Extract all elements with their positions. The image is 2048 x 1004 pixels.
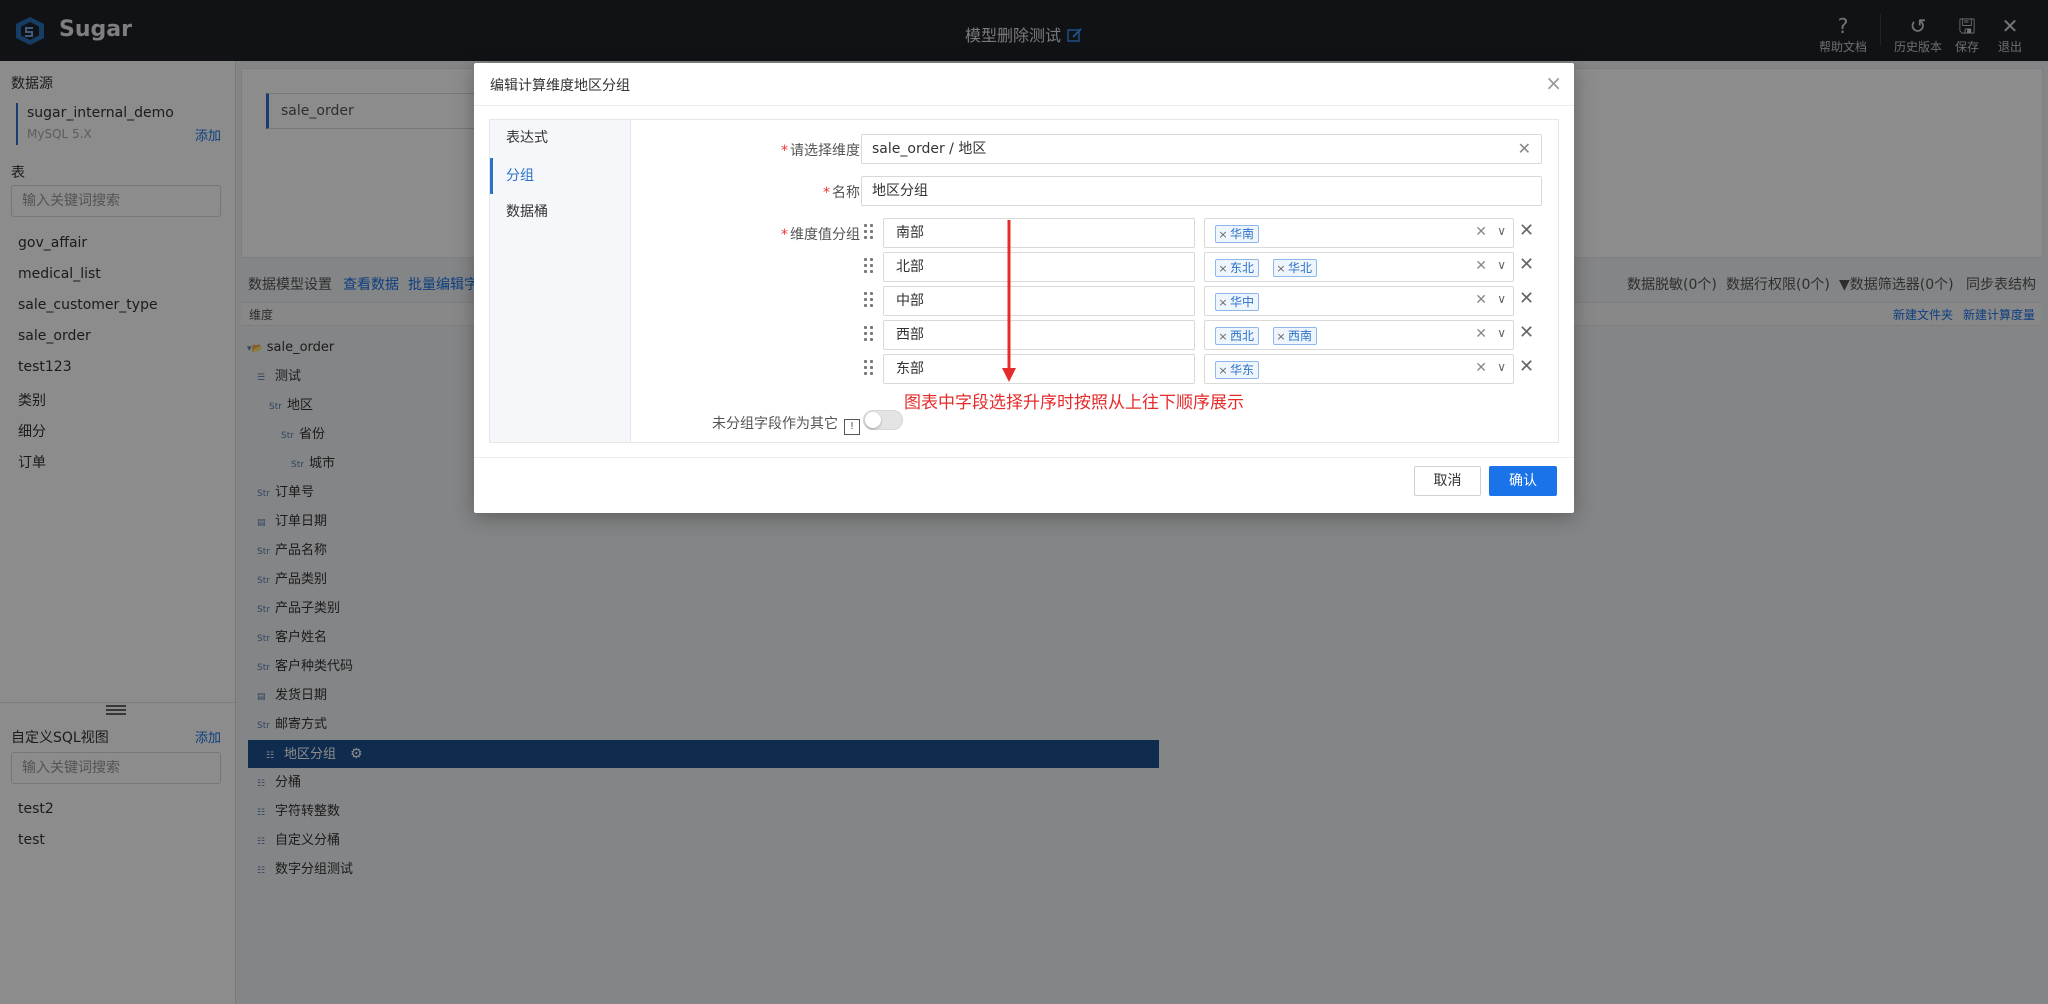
remove-tag-icon[interactable]: × <box>1216 227 1230 243</box>
value-tag: × 西北 <box>1215 327 1260 345</box>
group-form: * 请选择维度 sale_order / 地区 ✕ * 名称 地区分组 * 维度值分组… <box>630 120 1558 442</box>
delete-row-icon[interactable]: ✕ <box>1519 254 1534 275</box>
annotation-arrow-icon <box>1002 220 1016 382</box>
chevron-down-icon[interactable]: ∨ <box>1497 326 1506 340</box>
dimension-select-label: * 请选择维度 <box>781 143 860 159</box>
group-values-select[interactable]: × 华东 ✕ ∨ <box>1204 354 1514 384</box>
value-tag: × 华东 <box>1215 361 1260 379</box>
group-name-input[interactable]: 北部 <box>883 252 1195 282</box>
value-tag-label: 西南 <box>1288 329 1313 343</box>
dimension-select-label-text: 请选择维度 <box>790 143 860 159</box>
group-values-select[interactable]: × 东北 × 华北 ✕ ∨ <box>1204 252 1514 282</box>
clear-icon[interactable]: ✕ <box>1475 326 1487 342</box>
value-tag-label: 华中 <box>1230 295 1255 309</box>
cancel-button[interactable]: 取消 <box>1414 466 1481 496</box>
group-name-input[interactable]: 中部 <box>883 286 1195 316</box>
ungrouped-label-text: 未分组字段作为其它 <box>712 416 838 432</box>
value-tag: × 华中 <box>1215 293 1260 311</box>
close-icon[interactable]: × <box>1545 71 1562 95</box>
dimension-select-value: sale_order / 地区 <box>872 141 987 157</box>
group-name-input[interactable]: 南部 <box>883 218 1195 248</box>
value-tag-label: 华南 <box>1230 227 1255 241</box>
ungrouped-toggle[interactable] <box>863 410 903 430</box>
info-icon[interactable]: ! <box>844 419 860 435</box>
ungrouped-label: 未分组字段作为其它! <box>660 413 860 435</box>
clear-icon[interactable]: ✕ <box>1475 224 1487 240</box>
clear-icon[interactable]: ✕ <box>1475 292 1487 308</box>
drag-handle-icon[interactable] <box>864 292 876 310</box>
drag-handle-icon[interactable] <box>864 258 876 276</box>
chevron-down-icon[interactable]: ∨ <box>1497 258 1506 272</box>
value-tag: × 东北 <box>1215 259 1260 277</box>
clear-icon[interactable]: ✕ <box>1518 135 1531 163</box>
confirm-button[interactable]: 确认 <box>1489 466 1557 496</box>
clear-icon[interactable]: ✕ <box>1475 360 1487 376</box>
groups-label-text: 维度值分组 <box>790 227 860 243</box>
group-values-select[interactable]: × 西北 × 西南 ✕ ∨ <box>1204 320 1514 350</box>
dialog-sidenav: 表达式 分组 数据桶 <box>490 120 631 442</box>
chevron-down-icon[interactable]: ∨ <box>1497 224 1506 238</box>
chevron-down-icon[interactable]: ∨ <box>1497 292 1506 306</box>
dialog-footer: 取消 确认 <box>474 457 1574 514</box>
value-tag-label: 东北 <box>1230 261 1255 275</box>
name-label: * 名称 <box>823 185 860 201</box>
remove-tag-icon[interactable]: × <box>1216 329 1230 345</box>
value-tag-label: 西北 <box>1230 329 1255 343</box>
clear-icon[interactable]: ✕ <box>1475 258 1487 274</box>
dialog-header: 编辑计算维度地区分组 × <box>474 63 1574 106</box>
dialog-title: 编辑计算维度地区分组 <box>490 78 630 94</box>
group-name-input[interactable]: 东部 <box>883 354 1195 384</box>
group-name-input[interactable]: 西部 <box>883 320 1195 350</box>
delete-row-icon[interactable]: ✕ <box>1519 288 1534 309</box>
nav-expression[interactable]: 表达式 <box>490 120 630 156</box>
remove-tag-icon[interactable]: × <box>1216 261 1230 277</box>
name-label-text: 名称 <box>832 185 860 201</box>
remove-tag-icon[interactable]: × <box>1274 261 1288 277</box>
delete-row-icon[interactable]: ✕ <box>1519 356 1534 377</box>
drag-handle-icon[interactable] <box>864 224 876 242</box>
dialog-body: 表达式 分组 数据桶 * 请选择维度 sale_order / 地区 ✕ * 名称 … <box>489 119 1559 443</box>
nav-bucket[interactable]: 数据桶 <box>490 194 630 230</box>
remove-tag-icon[interactable]: × <box>1216 363 1230 379</box>
drag-handle-icon[interactable] <box>864 360 876 378</box>
value-tag-label: 华北 <box>1288 261 1313 275</box>
edit-group-dialog: 编辑计算维度地区分组 × 表达式 分组 数据桶 * 请选择维度 sale_orde… <box>474 63 1574 513</box>
group-values-select[interactable]: × 华南 ✕ ∨ <box>1204 218 1514 248</box>
value-tag: × 华南 <box>1215 225 1260 243</box>
delete-row-icon[interactable]: ✕ <box>1519 322 1534 343</box>
nav-group[interactable]: 分组 <box>490 158 630 194</box>
chevron-down-icon[interactable]: ∨ <box>1497 360 1506 374</box>
group-values-select[interactable]: × 华中 ✕ ∨ <box>1204 286 1514 316</box>
delete-row-icon[interactable]: ✕ <box>1519 220 1534 241</box>
groups-label: * 维度值分组 <box>781 227 860 243</box>
value-tag-label: 华东 <box>1230 363 1255 377</box>
value-tag: × 西南 <box>1273 327 1318 345</box>
name-input[interactable]: 地区分组 <box>861 176 1542 206</box>
annotation-note: 图表中字段选择升序时按照从上往下顺序展示 <box>904 393 1244 413</box>
remove-tag-icon[interactable]: × <box>1216 295 1230 311</box>
dimension-select[interactable]: sale_order / 地区 ✕ <box>861 134 1542 164</box>
remove-tag-icon[interactable]: × <box>1274 329 1288 345</box>
drag-handle-icon[interactable] <box>864 326 876 344</box>
value-tag: × 华北 <box>1273 259 1318 277</box>
